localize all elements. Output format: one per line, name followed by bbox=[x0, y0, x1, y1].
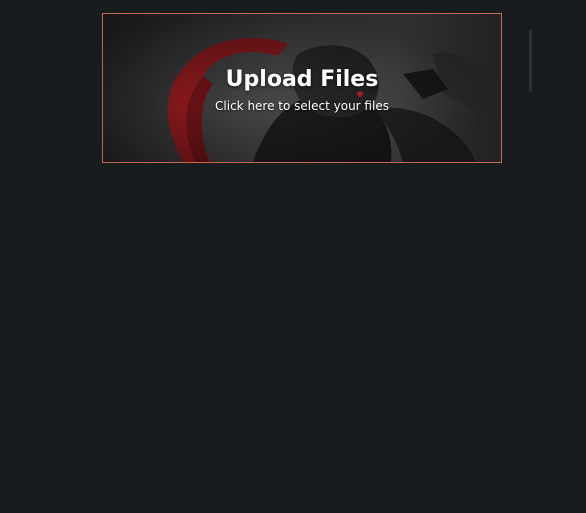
upload-dropzone[interactable]: Upload Files Click here to select your f… bbox=[102, 13, 502, 163]
decorative-mark bbox=[529, 30, 532, 92]
upload-subtitle: Click here to select your files bbox=[215, 99, 389, 113]
upload-title: Upload Files bbox=[225, 67, 379, 92]
